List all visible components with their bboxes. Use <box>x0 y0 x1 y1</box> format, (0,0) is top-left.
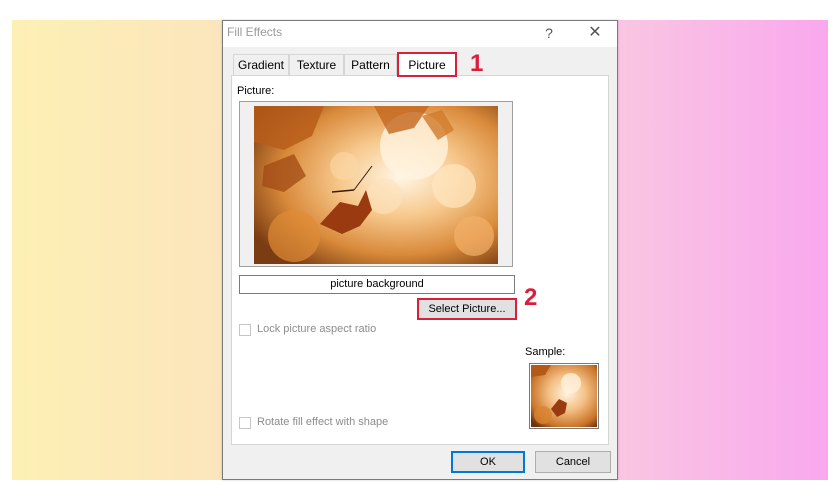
step-2-callout: 2 <box>524 284 538 311</box>
ok-button[interactable]: OK <box>451 451 525 473</box>
autumn-leaves-picture <box>254 106 498 264</box>
sample-preview <box>529 363 599 429</box>
lock-aspect-checkbox-box[interactable] <box>239 324 251 336</box>
rotate-fill-checkbox-box[interactable] <box>239 417 251 429</box>
sample-picture <box>531 365 597 427</box>
step-1-callout: 1 <box>470 50 484 77</box>
sample-label: Sample: <box>525 346 566 358</box>
close-icon[interactable]: ✕ <box>583 23 607 43</box>
select-picture-button[interactable]: Select Picture... <box>417 298 517 320</box>
tab-texture[interactable]: Texture <box>289 54 344 75</box>
picture-name-field: picture background <box>239 275 515 294</box>
title-bar: Fill Effects ? ✕ <box>223 21 617 47</box>
rotate-fill-label: Rotate fill effect with shape <box>257 416 389 428</box>
lock-aspect-label: Lock picture aspect ratio <box>257 323 377 335</box>
help-icon[interactable]: ? <box>539 23 559 43</box>
tab-pattern[interactable]: Pattern <box>344 54 397 75</box>
cancel-button[interactable]: Cancel <box>535 451 611 473</box>
fill-effects-dialog: Fill Effects ? ✕ Gradient Texture Patter… <box>222 20 618 480</box>
rotate-fill-checkbox[interactable]: Rotate fill effect with shape <box>239 416 459 432</box>
tab-picture[interactable]: Picture <box>397 52 457 77</box>
tab-gradient[interactable]: Gradient <box>233 54 289 75</box>
picture-section-label: Picture: <box>237 85 275 97</box>
picture-preview-frame <box>239 101 513 267</box>
lock-aspect-ratio-checkbox[interactable]: Lock picture aspect ratio <box>239 323 439 339</box>
dialog-title: Fill Effects <box>227 25 283 39</box>
